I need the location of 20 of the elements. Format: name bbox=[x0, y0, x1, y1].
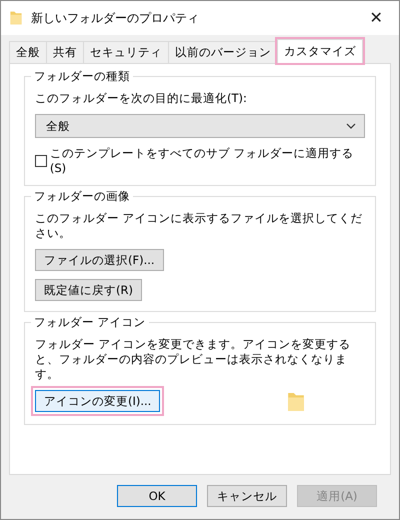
description-text: このフォルダー アイコンに表示するファイルを選択してください。 bbox=[35, 211, 364, 241]
group-title: フォルダーの画像 bbox=[31, 189, 133, 204]
action-button[interactable]: 既定値に戻す(R) bbox=[35, 279, 142, 301]
group-title: フォルダー アイコン bbox=[31, 315, 149, 330]
group-title: フォルダーの種類 bbox=[31, 69, 133, 84]
checkbox-label: このテンプレートをすべてのサブ フォルダーに適用する(S) bbox=[50, 146, 354, 175]
dropdown[interactable]: 全般 bbox=[35, 114, 365, 138]
dialog-button[interactable]: OK bbox=[117, 485, 197, 507]
close-button[interactable]: ✕ bbox=[361, 3, 391, 33]
action-button[interactable]: ファイルの選択(F)... bbox=[35, 249, 164, 271]
tab[interactable]: 全般 bbox=[9, 41, 47, 63]
description-text: フォルダー アイコンを変更できます。アイコンを変更すると、フォルダーの内容のプレビューは表示されなくなります。 bbox=[35, 337, 352, 382]
folder-icon bbox=[9, 10, 23, 26]
folder-icon bbox=[287, 390, 305, 414]
tab[interactable]: カスタマイズ bbox=[277, 39, 363, 63]
dialog-button[interactable]: キャンセル bbox=[207, 485, 287, 507]
checkbox[interactable] bbox=[35, 154, 47, 166]
chevron-icon bbox=[346, 123, 356, 129]
field-label: このフォルダーを次の目的に最適化(T): bbox=[35, 91, 248, 106]
window-title: 新しいフォルダーのプロパティ bbox=[31, 10, 200, 26]
